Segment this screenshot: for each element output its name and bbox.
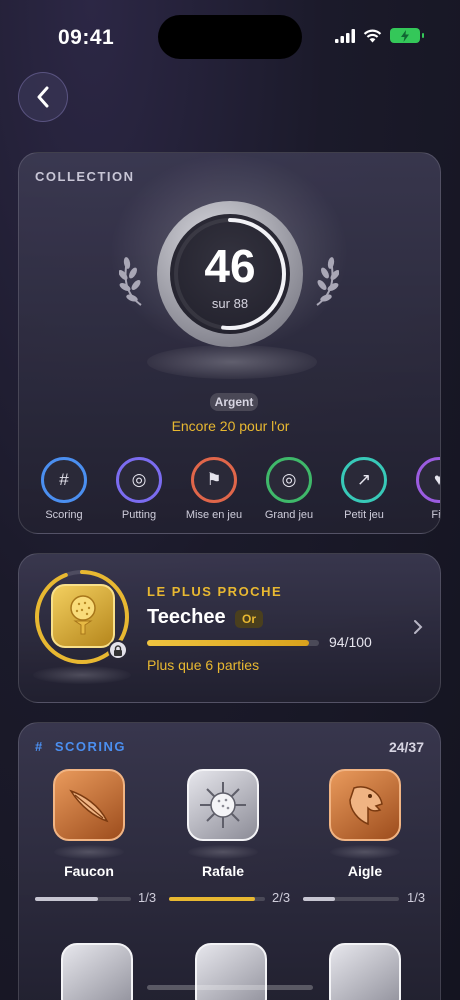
collection-ring: 46 sur 88 — [157, 201, 303, 347]
badge-progress-bar — [35, 897, 131, 901]
crown-icon[interactable] — [329, 943, 401, 1000]
closest-kicker: LE PLUS PROCHE — [147, 584, 283, 599]
laurel-right-icon — [316, 257, 339, 306]
dynamic-island — [158, 15, 302, 59]
target-icon: ◎ — [116, 457, 162, 503]
podium-shadow — [147, 345, 317, 379]
badge-name: Aigle — [347, 863, 383, 879]
category-label: Fid — [431, 509, 441, 521]
category-item[interactable]: ◎ Putting — [104, 457, 174, 521]
badge-progress-bar — [303, 897, 399, 901]
closest-badge-name: Teechee — [147, 606, 226, 628]
category-item[interactable]: ↗ Petit jeu — [329, 457, 399, 521]
closest-progress-text: 94/100 — [329, 634, 372, 650]
closest-progress-fill — [147, 640, 309, 646]
badge-fraction: 1/3 — [138, 890, 157, 905]
signal-icon — [335, 28, 355, 43]
sunburst-ball-icon — [187, 769, 259, 841]
closest-tier-badge: Or — [235, 610, 264, 628]
arrow-icon: ↗ — [341, 457, 387, 503]
status-icons — [335, 28, 424, 43]
golf-ball-icon[interactable] — [61, 943, 133, 1000]
wifi-icon — [363, 29, 382, 42]
tier-badge: Argent — [210, 393, 258, 411]
badge-fraction: 1/3 — [407, 890, 426, 905]
category-label: Grand jeu — [264, 509, 314, 521]
status-time: 09:41 — [58, 26, 115, 49]
badge-name: Faucon — [64, 863, 114, 879]
scoring-section-card: # SCORING 24/37 Faucon Rafale Aigle 1/3 … — [18, 722, 441, 1000]
badge-progress-fill — [303, 897, 335, 901]
chevron-left-icon — [37, 86, 49, 108]
badge-progress-bar — [169, 897, 265, 901]
category-label: Petit jeu — [344, 509, 384, 521]
category-row[interactable]: # Scoring ◎ Putting ⚑ Mise en jeu ◎ Grand jeu ↗ P… — [41, 457, 441, 527]
category-item[interactable]: ⚑ Mise en jeu — [179, 457, 249, 521]
eagle-icon — [329, 769, 401, 841]
flag-icon: ⚑ — [191, 457, 237, 503]
category-label: Mise en jeu — [185, 509, 243, 521]
next-tier-text: Encore 20 pour l'or — [171, 418, 290, 434]
feather-icon — [53, 769, 125, 841]
closest-progress-bar — [147, 640, 319, 646]
category-label: Scoring — [45, 509, 83, 521]
closest-badge-card[interactable]: LE PLUS PROCHE Teechee Or 94/100 Plus qu… — [18, 553, 441, 703]
battery-icon — [390, 28, 424, 43]
collection-card: COLLECTION 46 sur 88 Argent Encore 20 po… — [18, 152, 441, 534]
hash-icon: # — [35, 739, 44, 754]
badge-item[interactable]: Faucon — [29, 769, 149, 879]
badge-progress-fill — [35, 897, 99, 901]
scoring-title-text: SCORING — [54, 739, 127, 754]
category-label: Putting — [121, 509, 157, 521]
scoring-count: 24/37 — [388, 739, 424, 755]
closest-remaining-text: Plus que 6 parties — [147, 657, 260, 673]
collection-total: sur 88 — [211, 296, 249, 311]
laurel-left-icon — [119, 257, 142, 306]
hash-icon: # — [41, 457, 87, 503]
badge-item[interactable]: Aigle — [305, 769, 425, 879]
golf-tee-icon — [51, 584, 115, 648]
heart-icon: ♥ — [416, 457, 440, 503]
home-indicator — [147, 985, 313, 990]
category-item[interactable]: ◎ Grand jeu — [254, 457, 324, 521]
shield-icon[interactable] — [195, 943, 267, 1000]
category-item[interactable]: # Scoring — [41, 457, 99, 521]
badge-progress-fill — [169, 897, 256, 901]
badge-item[interactable]: Rafale — [163, 769, 283, 879]
back-button[interactable] — [18, 72, 68, 122]
category-item[interactable]: ♥ Fid — [404, 457, 441, 521]
lock-icon — [108, 640, 128, 660]
badge-fraction: 2/3 — [272, 890, 291, 905]
collection-count: 46 — [204, 240, 256, 292]
chevron-right-icon — [413, 618, 423, 641]
bullseye-icon: ◎ — [266, 457, 312, 503]
status-bar: 09:41 — [0, 0, 460, 70]
badge-shadow — [33, 666, 131, 684]
badge-name: Rafale — [201, 863, 245, 879]
collection-kicker: COLLECTION — [35, 169, 135, 184]
scoring-title: # SCORING — [35, 739, 126, 754]
